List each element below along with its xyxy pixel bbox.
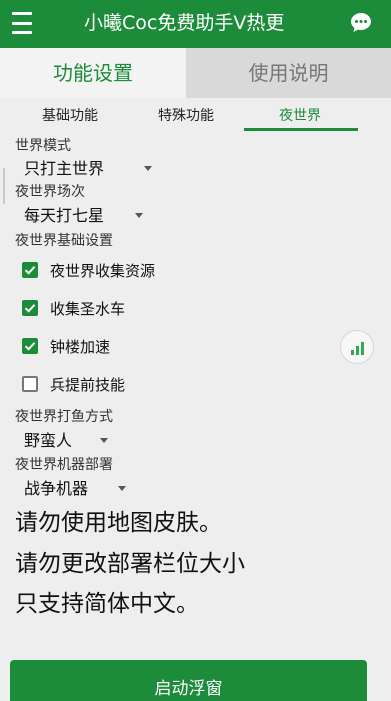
checkbox-label: 夜世界收集资源	[50, 262, 156, 280]
night-times-select[interactable]: 每天打七星	[14, 203, 147, 229]
notice-no-deploy-slot-resize: 请勿更改部署栏位大小	[15, 551, 245, 577]
night-times-label: 夜世界场次	[15, 184, 85, 200]
checkbox-checked-icon	[22, 262, 38, 278]
subtab-special[interactable]: 特殊功能	[158, 106, 214, 126]
dropdown-arrow-icon	[100, 438, 108, 443]
world-mode-value: 只打主世界	[24, 159, 105, 178]
checkbox-label: 钟楼加速	[50, 338, 111, 356]
floating-signal-button[interactable]	[340, 330, 374, 364]
checkbox-label: 兵提前技能	[50, 376, 126, 394]
checkbox-checked-icon	[22, 338, 38, 354]
top-bar: 小曦Coc免费助手V热更	[0, 0, 391, 48]
scroll-indicator	[3, 168, 5, 204]
menu-icon[interactable]	[12, 12, 32, 34]
dropdown-arrow-icon	[144, 166, 152, 171]
tab-function-settings[interactable]: 功能设置	[0, 48, 186, 98]
machine-deploy-label: 夜世界机器部署	[15, 457, 113, 473]
notice-simplified-chinese-only: 只支持简体中文。	[15, 591, 199, 617]
app-title: 小曦Coc免费助手V热更	[84, 12, 285, 34]
subtab-night-world[interactable]: 夜世界	[279, 106, 321, 126]
checkbox-label: 收集圣水车	[50, 300, 126, 318]
active-subtab-indicator	[244, 128, 358, 131]
fish-mode-value: 野蛮人	[24, 431, 73, 450]
start-floating-window-button[interactable]: 启动浮窗	[10, 660, 367, 701]
subtab-basic[interactable]: 基础功能	[42, 106, 98, 126]
dropdown-arrow-icon	[135, 213, 143, 218]
main-tabs: 功能设置 使用说明	[0, 48, 391, 98]
machine-deploy-value: 战争机器	[24, 479, 89, 498]
night-times-value: 每天打七星	[24, 206, 105, 225]
tab-instructions[interactable]: 使用说明	[186, 48, 391, 98]
dropdown-arrow-icon	[118, 486, 126, 491]
fish-mode-label: 夜世界打鱼方式	[15, 409, 113, 425]
world-mode-select[interactable]: 只打主世界	[14, 156, 156, 182]
notice-no-map-skin: 请勿使用地图皮肤。	[15, 510, 222, 536]
fish-mode-select[interactable]: 野蛮人	[14, 428, 112, 454]
checkbox-checked-icon	[22, 300, 38, 316]
world-mode-label: 世界模式	[15, 138, 71, 154]
signal-bars-icon	[351, 342, 364, 355]
night-basic-settings-label: 夜世界基础设置	[15, 233, 113, 249]
sub-tabs: 基础功能 特殊功能 夜世界	[0, 98, 391, 134]
app-screen: 小曦Coc免费助手V热更 功能设置 使用说明 基础功能 特殊功能 夜世界 世界模…	[0, 0, 391, 701]
chat-bubble-icon[interactable]	[349, 11, 373, 35]
machine-deploy-select[interactable]: 战争机器	[14, 476, 130, 502]
checkbox-unchecked-icon	[22, 376, 38, 392]
